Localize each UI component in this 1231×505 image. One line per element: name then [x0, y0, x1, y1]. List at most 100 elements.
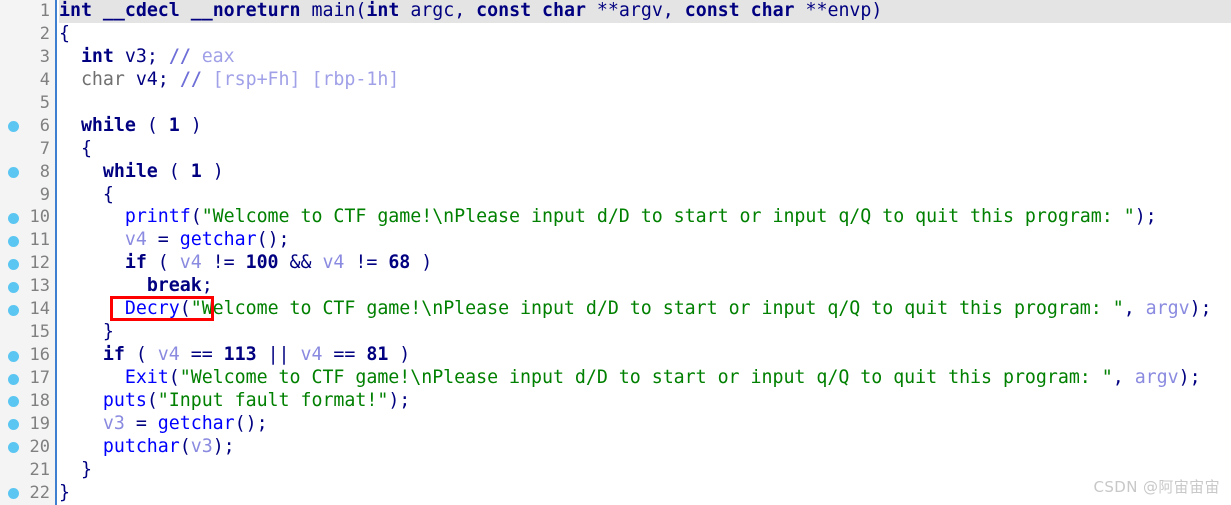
gutter-row[interactable]: 10	[0, 206, 55, 229]
gutter-row[interactable]: 5	[0, 92, 55, 115]
code-token-str: "Input fault format!"	[157, 389, 389, 411]
code-line[interactable]: }	[59, 321, 1231, 344]
code-line[interactable]: int v3; // eax	[59, 46, 1231, 69]
gutter-row[interactable]: 18	[0, 390, 55, 413]
code-token-pun	[59, 436, 103, 457]
code-line[interactable]: putchar(v3);	[59, 436, 1231, 459]
code-token-pun: (	[146, 389, 158, 411]
code-line[interactable]: puts("Input fault format!");	[59, 390, 1231, 413]
code-line-text: int __cdecl __noreturn main(int argc, co…	[59, 0, 882, 23]
code-line[interactable]: Decry("Welcome to CTF game!\nPlease inpu…	[59, 298, 1231, 321]
code-token-pun	[180, 0, 191, 21]
line-number: 7	[39, 138, 50, 159]
gutter-row[interactable]: 4	[0, 69, 55, 92]
code-line[interactable]: v3 = getchar();	[59, 413, 1231, 436]
gutter-row[interactable]: 2	[0, 23, 55, 46]
code-token-pun: );	[212, 435, 235, 457]
code-token-plain: main	[311, 0, 356, 21]
code-line[interactable]: v4 = getchar();	[59, 229, 1231, 252]
breakpoint-dot-icon[interactable]	[8, 419, 19, 431]
code-line[interactable]: int __cdecl __noreturn main(int argc, co…	[59, 0, 1231, 23]
code-token-pun	[531, 0, 542, 21]
code-token-plain: envp	[827, 0, 872, 21]
code-token-kw: break	[146, 275, 202, 297]
breakpoint-dot-icon[interactable]	[8, 304, 19, 316]
code-line[interactable]: while ( 1 )	[59, 161, 1231, 184]
code-line[interactable]: {	[59, 138, 1231, 161]
code-line[interactable]: Exit("Welcome to CTF game!\nPlease input…	[59, 367, 1231, 390]
line-number: 2	[39, 23, 50, 44]
code-line[interactable]: while ( 1 )	[59, 115, 1231, 138]
code-line[interactable]: }	[59, 459, 1231, 482]
gutter-row[interactable]: 1	[0, 0, 55, 23]
code-text-area[interactable]: int __cdecl __noreturn main(int argc, co…	[59, 0, 1231, 505]
code-line-text: if ( v4 == 113 || v4 == 81 )	[59, 344, 410, 367]
gutter-row[interactable]: 22	[0, 482, 55, 505]
code-token-pun	[399, 0, 410, 21]
breakpoint-dot-icon[interactable]	[8, 373, 19, 385]
gutter-row[interactable]: 14	[0, 298, 55, 321]
line-number: 12	[29, 253, 50, 274]
code-line[interactable]: if ( v4 == 113 || v4 == 81 )	[59, 344, 1231, 367]
gutter-row[interactable]: 9	[0, 184, 55, 207]
line-number: 14	[29, 299, 50, 320]
code-token-pun	[59, 298, 125, 319]
code-token-cmtm: //	[179, 68, 202, 90]
breakpoint-dot-icon[interactable]	[8, 281, 19, 293]
breakpoint-dot-icon[interactable]	[8, 212, 19, 224]
breakpoint-dot-icon[interactable]	[8, 396, 19, 408]
gutter-row[interactable]: 6	[0, 115, 55, 138]
gutter-row[interactable]: 16	[0, 344, 55, 367]
code-token-pun: v4;	[124, 68, 180, 90]
code-token-pun: ();	[256, 229, 290, 251]
gutter-row[interactable]: 19	[0, 413, 55, 436]
breakpoint-dot-icon[interactable]	[8, 488, 19, 500]
decompiler-pseudocode-view[interactable]: 1 2 3 4 5 6 7 8 9 10 11 12 13 14 15 16 17 18 19 20 21 22 int …	[0, 0, 1231, 505]
code-token-kw: int	[59, 0, 92, 21]
code-token-pun: =	[124, 412, 158, 434]
breakpoint-dot-icon[interactable]	[8, 442, 19, 454]
gutter-row[interactable]: 15	[0, 321, 55, 344]
csdn-watermark: CSDN @阿宙宙宙	[1093, 478, 1220, 496]
code-token-fn: puts	[102, 389, 147, 411]
code-token-pun: )	[410, 252, 433, 274]
code-line[interactable]: {	[59, 23, 1231, 46]
code-line[interactable]: if ( v4 != 100 && v4 != 68 )	[59, 252, 1231, 275]
gutter-row[interactable]: 3	[0, 46, 55, 69]
gutter-row[interactable]: 17	[0, 367, 55, 390]
code-token-var: v3	[190, 435, 213, 457]
code-token-fn: getchar	[157, 412, 235, 434]
code-token-kw: char	[542, 0, 586, 21]
breakpoint-dot-icon[interactable]	[8, 167, 19, 179]
gutter-row[interactable]: 13	[0, 275, 55, 298]
code-line[interactable]: break;	[59, 275, 1231, 298]
breakpoint-dot-icon[interactable]	[8, 258, 19, 270]
code-token-kw: while	[102, 160, 158, 182]
code-line[interactable]: {	[59, 184, 1231, 207]
code-token-pun	[59, 206, 125, 227]
line-number: 10	[29, 207, 50, 228]
gutter-row[interactable]: 11	[0, 229, 55, 252]
breakpoint-dot-icon[interactable]	[8, 121, 19, 133]
gutter-row[interactable]: 12	[0, 252, 55, 275]
line-number-gutter[interactable]: 1 2 3 4 5 6 7 8 9 10 11 12 13 14 15 16 17 18 19 20 21 22	[0, 0, 57, 505]
code-line-text: int v3; // eax	[59, 46, 235, 69]
gutter-row[interactable]: 20	[0, 436, 55, 459]
gutter-row[interactable]: 8	[0, 161, 55, 184]
code-line[interactable]: }	[59, 482, 1231, 505]
code-token-pun: (	[157, 160, 191, 182]
breakpoint-dot-icon[interactable]	[8, 235, 19, 247]
gutter-row[interactable]: 21	[0, 459, 55, 482]
code-line[interactable]	[59, 92, 1231, 115]
code-token-str: "Welcome to CTF game!\nPlease input d/D …	[201, 206, 1135, 228]
code-token-var: v4	[157, 344, 180, 366]
code-token-kw: char	[750, 0, 795, 21]
breakpoint-dot-icon[interactable]	[8, 350, 19, 362]
line-number: 19	[29, 413, 50, 434]
code-line-text: }	[59, 482, 70, 505]
code-line[interactable]: char v4; // [rsp+Fh] [rbp-1h]	[59, 69, 1231, 92]
code-token-kw: if	[124, 252, 147, 274]
code-line[interactable]: printf("Welcome to CTF game!\nPlease inp…	[59, 206, 1231, 229]
code-token-pun: ;	[201, 275, 213, 297]
gutter-row[interactable]: 7	[0, 138, 55, 161]
